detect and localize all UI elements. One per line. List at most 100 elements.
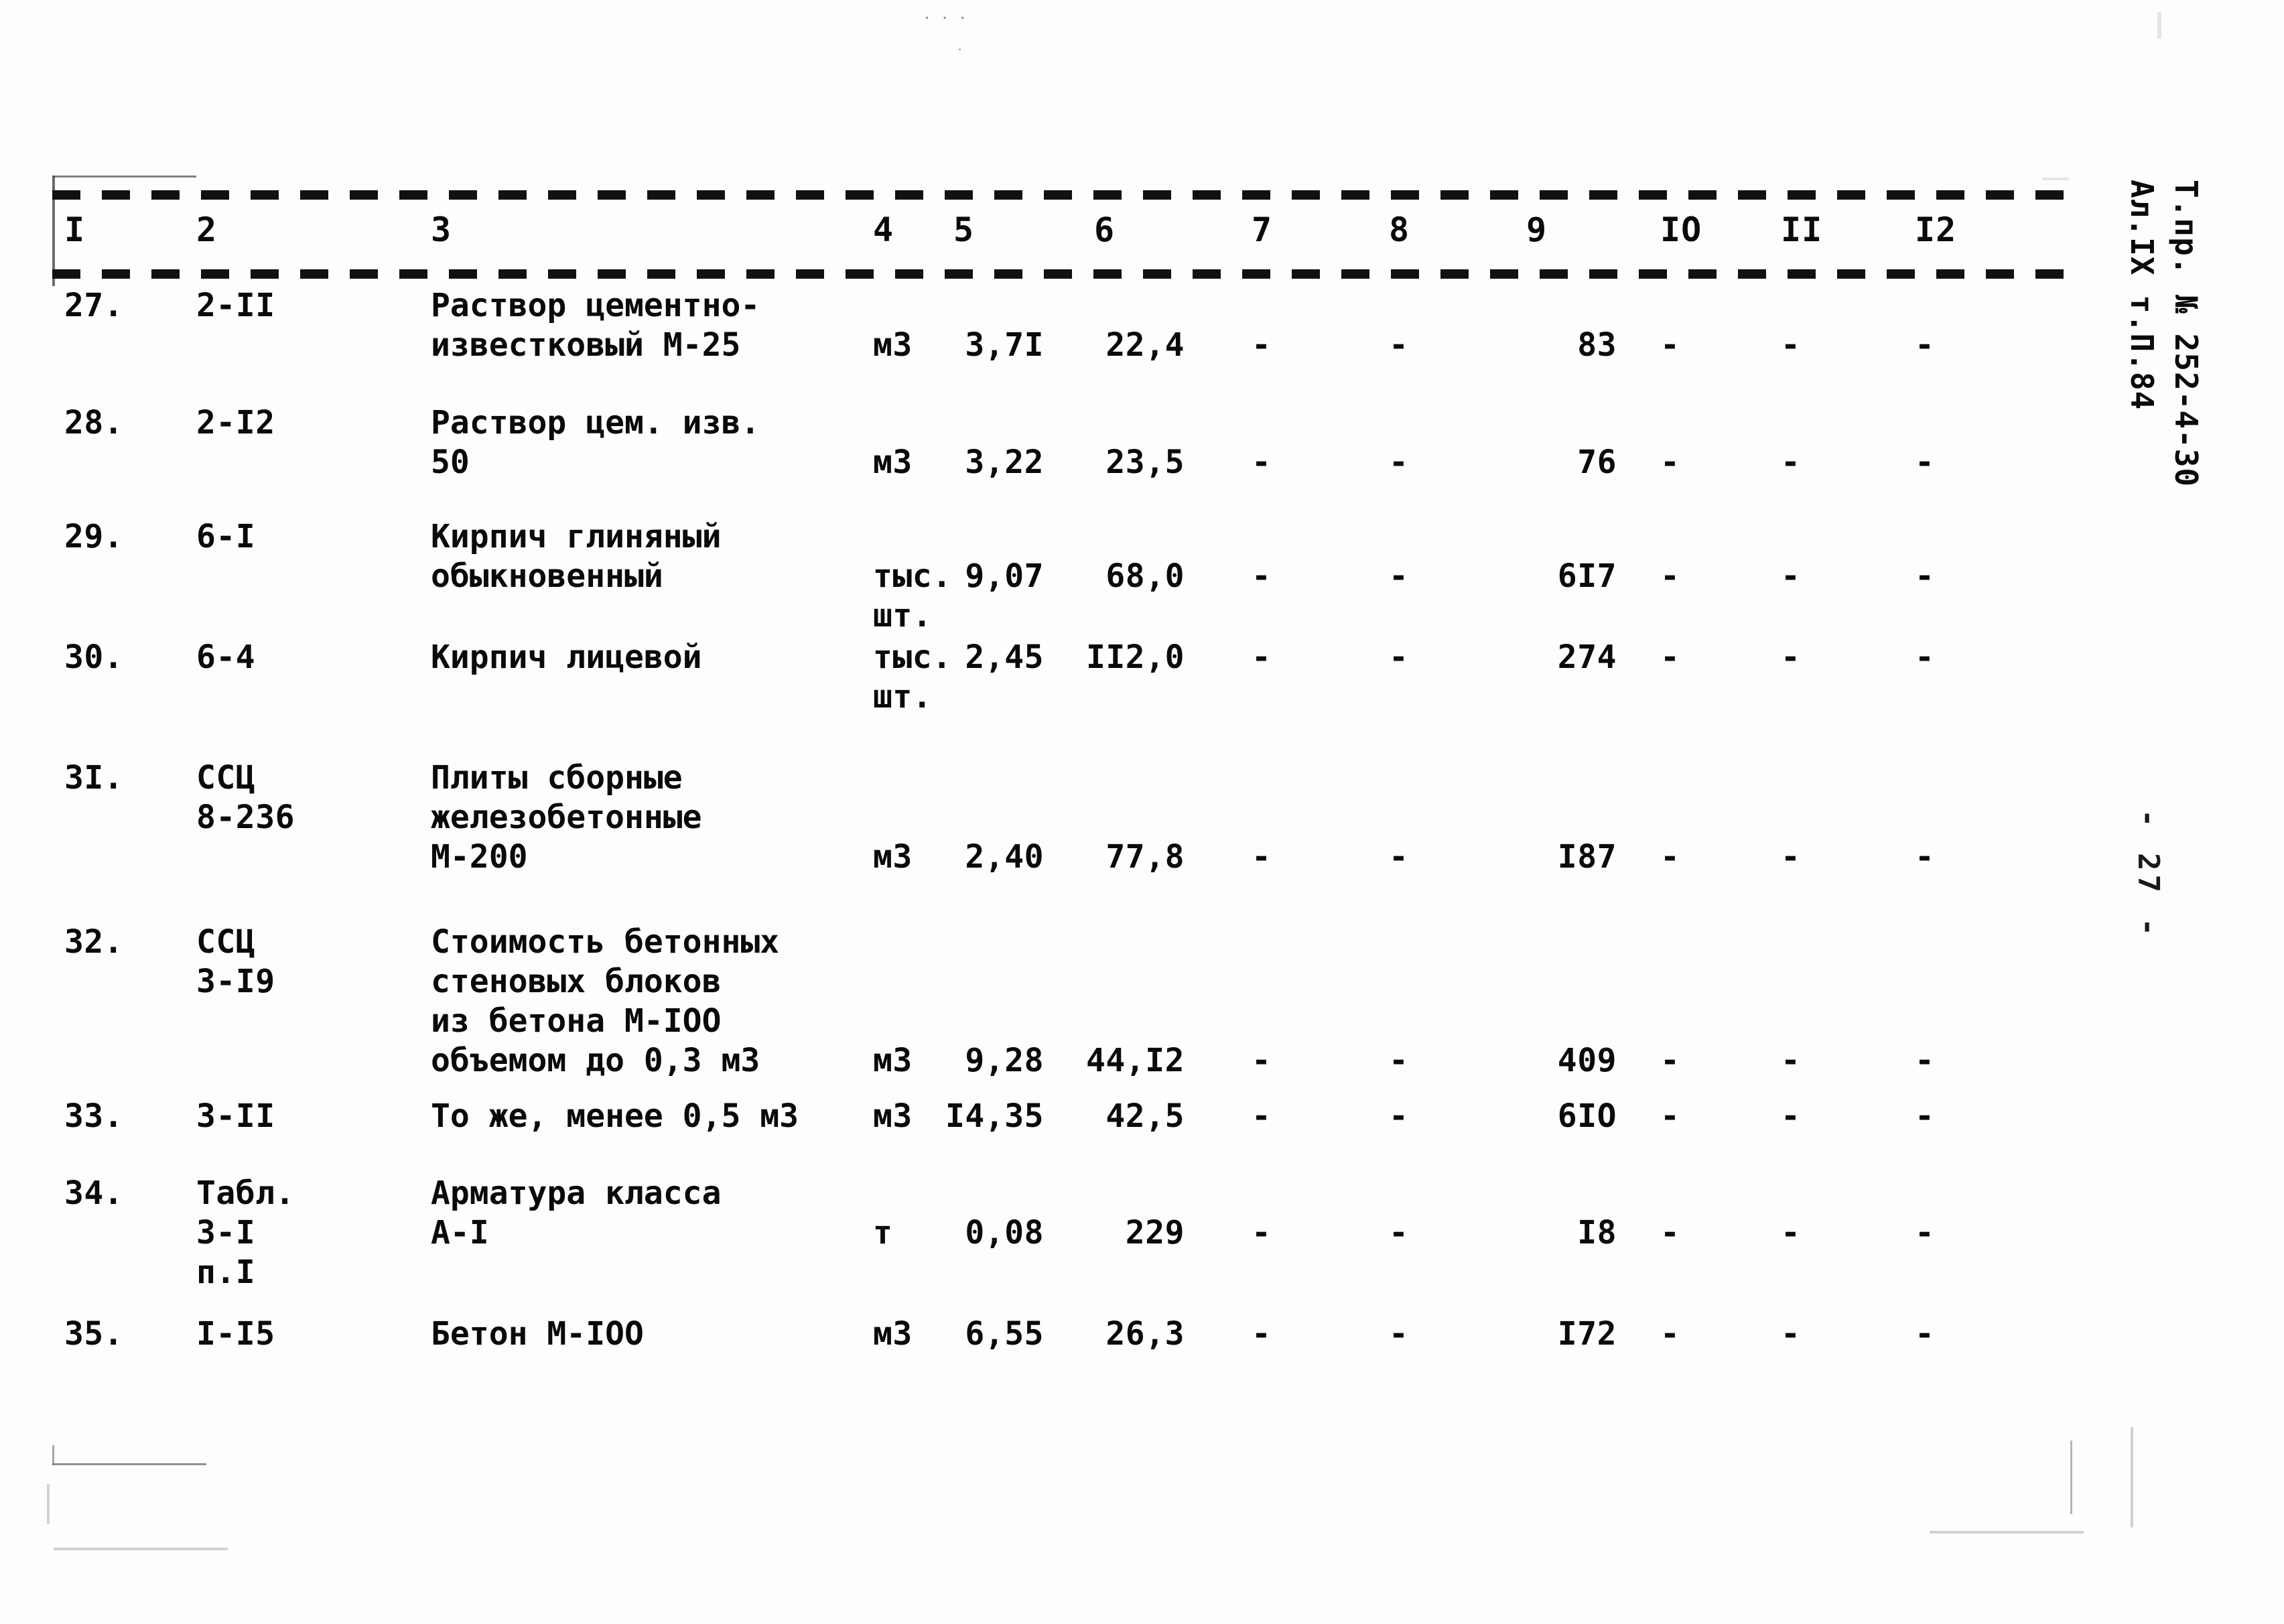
row-value-col9: 409: [1557, 1042, 1617, 1079]
scan-smudge-top-1: ⸱ ⸱ ⸱: [925, 9, 967, 29]
row-value-col11: -: [1781, 1042, 1801, 1079]
row-value-col8: -: [1389, 1042, 1409, 1079]
row-value-col6: 44,I2: [1086, 1042, 1185, 1079]
row-description: Плиты сборные железобетонные М-200: [431, 759, 702, 876]
row-value-col11: -: [1781, 326, 1801, 364]
row-value-col11: -: [1781, 1097, 1801, 1135]
column-header-10: IO: [1660, 210, 1702, 249]
row-value-col7: -: [1252, 557, 1272, 595]
row-value-col10: -: [1660, 1214, 1680, 1251]
column-header-8: 8: [1389, 210, 1410, 249]
column-header-9: 9: [1526, 210, 1548, 249]
row-value-col5: 3,22: [965, 444, 1044, 481]
row-value-col5: 6,55: [965, 1315, 1044, 1353]
row-value-col6: 68,0: [1105, 557, 1185, 595]
row-value-col5: 2,40: [965, 838, 1044, 876]
row-value-col12: -: [1915, 1315, 1935, 1353]
row-value-col9: I8: [1577, 1214, 1617, 1251]
row-value-col10: -: [1660, 838, 1680, 876]
row-value-col8: -: [1389, 638, 1409, 676]
row-value-col5: 9,28: [965, 1042, 1044, 1079]
row-code: Табл. 3-I п.I: [196, 1174, 295, 1291]
row-value-col12: -: [1915, 1097, 1935, 1135]
row-value-col12: -: [1915, 444, 1935, 481]
column-header-6: 6: [1094, 210, 1116, 249]
column-header-3: 3: [431, 210, 452, 249]
row-description: Кирпич лицевой: [431, 638, 702, 676]
row-value-col6: 229: [1125, 1214, 1185, 1251]
scan-streak-2: [2070, 1440, 2072, 1514]
document-stamp-secondary: Ал.IX т.П.84: [2124, 180, 2160, 411]
scan-smudge-top-2: ⸱: [958, 42, 963, 58]
scan-streak-3: [1930, 1531, 2084, 1534]
row-value-col9: I87: [1557, 838, 1617, 876]
table-frame-bottom-edge: [52, 1463, 206, 1465]
row-value-col5: I4,35: [945, 1097, 1044, 1135]
table-rule-bottom: [52, 269, 2081, 279]
column-header-2: 2: [196, 210, 218, 249]
row-value-col11: -: [1781, 557, 1801, 595]
materials-table: I 2 3 4 5 6 7 8 9 IO II I2 27. 2-II Раствор цементно-…: [52, 176, 2081, 1465]
row-code: 6-4: [196, 638, 256, 676]
row-item-number: 29.: [64, 518, 124, 555]
row-item-number: 27.: [64, 287, 124, 324]
row-value-col7: -: [1252, 326, 1272, 364]
row-value-col5: 9,07: [965, 557, 1044, 595]
row-value-col5: 3,7I: [965, 326, 1044, 364]
row-value-col8: -: [1389, 1097, 1409, 1135]
row-value-col5: 0,08: [965, 1214, 1044, 1251]
row-value-col11: -: [1781, 838, 1801, 876]
row-value-col9: 274: [1557, 638, 1617, 676]
row-unit: м3: [873, 444, 913, 481]
row-item-number: 35.: [64, 1315, 124, 1353]
row-unit: т: [873, 1214, 893, 1251]
row-item-number: 32.: [64, 923, 124, 961]
row-code: ССЦ 8-236: [196, 759, 295, 836]
row-value-col9: 76: [1577, 444, 1617, 481]
row-value-col10: -: [1660, 1042, 1680, 1079]
row-description: Раствор цем. изв. 50: [431, 404, 760, 481]
row-value-col12: -: [1915, 1214, 1935, 1251]
column-header-7: 7: [1252, 210, 1273, 249]
row-value-col9: I72: [1557, 1315, 1617, 1353]
row-code: 2-II: [196, 287, 275, 324]
row-value-col10: -: [1660, 326, 1680, 364]
row-description: То же, менее 0,5 м3: [431, 1097, 799, 1135]
row-value-col6: 42,5: [1105, 1097, 1185, 1135]
row-value-col7: -: [1252, 1214, 1272, 1251]
row-value-col8: -: [1389, 1315, 1409, 1353]
table-frame-bottom-tick: [52, 1445, 54, 1465]
row-unit: м3: [873, 1042, 913, 1079]
table-rule-top: [52, 190, 2081, 200]
row-code: 6-I: [196, 518, 256, 555]
scan-streak-5: [47, 1484, 50, 1524]
row-value-col7: -: [1252, 838, 1272, 876]
row-code: 2-I2: [196, 404, 275, 442]
table-header-row: I 2 3 4 5 6 7 8 9 IO II I2: [52, 210, 2081, 260]
row-value-col12: -: [1915, 838, 1935, 876]
row-item-number: 3I.: [64, 759, 124, 797]
row-description: Раствор цементно- известковый М-25: [431, 287, 760, 364]
column-header-12: I2: [1915, 210, 1957, 249]
row-value-col10: -: [1660, 444, 1680, 481]
row-item-number: 30.: [64, 638, 124, 676]
row-code: 3-II: [196, 1097, 275, 1135]
scan-noise-top-right: [2157, 12, 2161, 39]
row-item-number: 33.: [64, 1097, 124, 1135]
row-value-col11: -: [1781, 638, 1801, 676]
row-value-col8: -: [1389, 1214, 1409, 1251]
row-unit: м3: [873, 326, 913, 364]
row-value-col11: -: [1781, 444, 1801, 481]
column-header-11: II: [1781, 210, 1823, 249]
row-item-number: 28.: [64, 404, 124, 442]
row-value-col6: II2,0: [1086, 638, 1185, 676]
row-value-col12: -: [1915, 638, 1935, 676]
row-value-col11: -: [1781, 1315, 1801, 1353]
column-header-4: 4: [873, 210, 894, 249]
row-value-col10: -: [1660, 638, 1680, 676]
page-number: - 27 -: [2131, 809, 2165, 940]
row-value-col7: -: [1252, 1315, 1272, 1353]
row-value-col8: -: [1389, 838, 1409, 876]
row-value-col9: 83: [1577, 326, 1617, 364]
row-value-col8: -: [1389, 444, 1409, 481]
